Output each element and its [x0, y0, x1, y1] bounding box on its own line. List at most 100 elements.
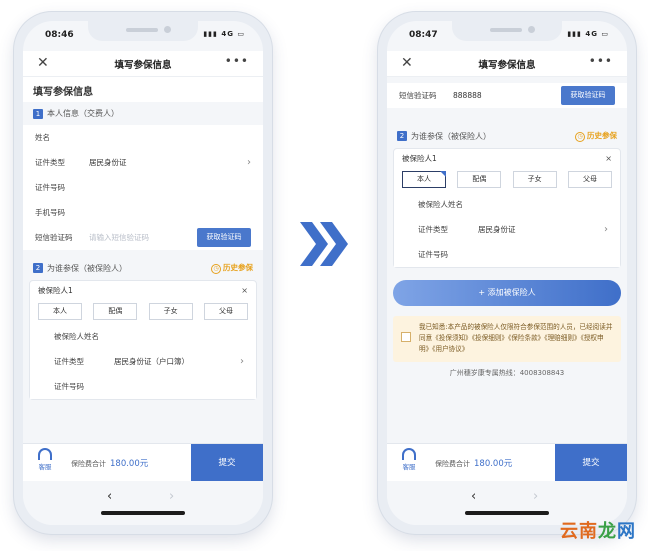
- relation-options: 本人 配偶 子女 父母: [30, 301, 256, 324]
- field-value: 居民身份证: [478, 225, 516, 234]
- add-insured-button[interactable]: + 添加被保险人: [393, 280, 621, 306]
- section-header-insured: 2 为谁参保（被保险人） ◷ 历史参保: [23, 256, 263, 280]
- get-code-button[interactable]: 获取验证码: [197, 228, 251, 247]
- history-label: 历史参保: [223, 263, 253, 272]
- watermark-part: 云南: [560, 521, 598, 542]
- signal-battery-icon: ▮▮▮ 4G ▭: [203, 30, 245, 38]
- more-icon[interactable]: •••: [589, 54, 613, 68]
- customer-service-button[interactable]: 客服: [33, 448, 57, 471]
- insured-title: 被保险人1: [402, 154, 437, 163]
- relation-spouse-button[interactable]: 配偶: [457, 171, 502, 188]
- get-code-button[interactable]: 获取验证码: [561, 86, 615, 105]
- status-time: 08:46: [45, 30, 74, 40]
- premium-total: 保险费合计 180.00元: [435, 457, 512, 469]
- back-chevron-icon[interactable]: ‹: [471, 489, 476, 504]
- signal-battery-icon: ▮▮▮ 4G ▭: [567, 30, 609, 38]
- insured-card: 被保险人1 × 本人 配偶 子女 父母 被保险人姓名 证件类型 居民身份证 ›: [393, 148, 621, 268]
- relation-parent-button[interactable]: 父母: [203, 303, 248, 320]
- insured-title: 被保险人1: [38, 286, 73, 295]
- field-label: 证件号码: [418, 250, 448, 259]
- history-button[interactable]: ◷ 历史参保: [211, 262, 253, 274]
- insured-id-type-select[interactable]: 证件类型 居民身份证（户口簿） ›: [30, 349, 256, 374]
- phone-notch: [88, 21, 198, 41]
- section-title: 为谁参保（被保险人）: [411, 131, 491, 141]
- relation-spouse-button[interactable]: 配偶: [93, 303, 138, 320]
- insured-id-type-select[interactable]: 证件类型 居民身份证 ›: [394, 217, 620, 242]
- history-button[interactable]: ◷ 历史参保: [575, 130, 617, 142]
- phone-field[interactable]: 手机号码: [23, 200, 263, 225]
- remove-insured-icon[interactable]: ×: [605, 149, 612, 169]
- history-icon: ◷: [575, 132, 585, 142]
- agreement-checkbox[interactable]: [401, 332, 411, 342]
- section-title: 为谁参保（被保险人）: [47, 263, 127, 273]
- field-label: 证件号码: [35, 183, 65, 192]
- headset-icon: [38, 448, 52, 460]
- insured-id-number-field[interactable]: 证件号码: [394, 242, 620, 267]
- field-label: 证件类型: [54, 357, 84, 366]
- section-number: 2: [33, 263, 43, 273]
- relation-self-button[interactable]: 本人: [38, 303, 82, 320]
- section-header-insured: 2 为谁参保（被保险人） ◷ 历史参保: [387, 124, 627, 148]
- relation-self-button[interactable]: 本人: [402, 171, 446, 188]
- submit-button[interactable]: 提交: [191, 444, 263, 482]
- field-value: 居民身份证（户口簿）: [114, 357, 189, 366]
- customer-service-button[interactable]: 客服: [397, 448, 421, 471]
- history-label: 历史参保: [587, 131, 617, 140]
- submit-button[interactable]: 提交: [555, 444, 627, 482]
- premium-total: 保险费合计 180.00元: [71, 457, 148, 469]
- name-field[interactable]: 姓名: [23, 125, 263, 150]
- id-number-field[interactable]: 证件号码: [23, 175, 263, 200]
- watermark-part: 网: [617, 521, 636, 542]
- chevron-right-icon: ›: [247, 157, 251, 168]
- nav-bar: ✕ 填写参保信息 •••: [387, 51, 627, 77]
- double-chevron-right-icon: [300, 222, 348, 266]
- phone-screen-left: 08:46 ▮▮▮ 4G ▭ ✕ 填写参保信息 ••• 填写参保信息 1 本人信…: [23, 21, 263, 525]
- sms-code-field[interactable]: 短信验证码 888888 获取验证码: [387, 83, 627, 108]
- insured-name-field[interactable]: 被保险人姓名: [394, 192, 620, 217]
- id-type-select[interactable]: 证件类型 居民身份证 ›: [23, 150, 263, 175]
- service-label: 客服: [402, 463, 416, 471]
- hotline-text: 广州穗岁康专属热线：4008308843: [449, 369, 565, 377]
- field-label: 被保险人姓名: [54, 332, 99, 341]
- field-label: 被保险人姓名: [418, 200, 463, 209]
- insured-card: 被保险人1 × 本人 配偶 子女 父母 被保险人姓名 证件类型 居民身份证（户口…: [29, 280, 257, 400]
- field-label: 短信验证码: [35, 233, 73, 242]
- remove-insured-icon[interactable]: ×: [241, 281, 248, 301]
- bottom-action-bar: 客服 保险费合计 180.00元 提交: [387, 443, 627, 482]
- nav-bar: ✕ 填写参保信息 •••: [23, 51, 263, 77]
- forward-chevron-icon[interactable]: ›: [533, 489, 538, 504]
- field-label: 手机号码: [35, 208, 65, 217]
- section-number: 2: [397, 131, 407, 141]
- phone-notch: [452, 21, 562, 41]
- relation-parent-button[interactable]: 父母: [567, 171, 612, 188]
- insured-name-field[interactable]: 被保险人姓名: [30, 324, 256, 349]
- field-label: 短信验证码: [399, 91, 437, 100]
- insured-id-number-field[interactable]: 证件号码: [30, 374, 256, 399]
- agreement-notice: 我已知悉:本产品的被保险人仅限符合参保范围的人员，已经阅读并同意《投保须知》《投…: [393, 316, 621, 362]
- form-content: 填写参保信息 1 本人信息（交费人） 姓名 证件类型 居民身份证 › 证件号码 …: [23, 77, 263, 443]
- field-label: 证件类型: [418, 225, 448, 234]
- relation-child-button[interactable]: 子女: [512, 171, 557, 188]
- form-content: 短信验证码 888888 获取验证码 2 为谁参保（被保险人） ◷ 历史参保 被保…: [387, 77, 627, 443]
- total-label: 保险费合计: [435, 460, 470, 468]
- agreement-text: 我已知悉:本产品的被保险人仅限符合参保范围的人员，已经阅读并同意《投保须知》《投…: [419, 323, 613, 353]
- forward-chevron-icon[interactable]: ›: [169, 489, 174, 504]
- service-label: 客服: [38, 463, 52, 471]
- phone-screen-right: 08:47 ▮▮▮ 4G ▭ ✕ 填写参保信息 ••• 短信验证码 888888…: [387, 21, 627, 525]
- chevron-right-icon: ›: [604, 224, 608, 235]
- section-number: 1: [33, 108, 43, 119]
- headset-icon: [402, 448, 416, 460]
- section-title: 本人信息（交费人）: [47, 109, 119, 118]
- phone-frame-left: 08:46 ▮▮▮ 4G ▭ ✕ 填写参保信息 ••• 填写参保信息 1 本人信…: [14, 12, 272, 534]
- browser-toolbar: ‹ ›: [23, 481, 263, 525]
- field-label: 证件类型: [35, 158, 65, 167]
- section-header-payer: 1 本人信息（交费人）: [23, 102, 263, 125]
- more-icon[interactable]: •••: [225, 54, 249, 68]
- back-chevron-icon[interactable]: ‹: [107, 489, 112, 504]
- watermark-part: 龙: [598, 521, 617, 542]
- relation-child-button[interactable]: 子女: [148, 303, 193, 320]
- chevron-right-icon: ›: [240, 356, 244, 367]
- home-indicator: [465, 511, 549, 515]
- field-value: 居民身份证: [89, 158, 127, 167]
- sms-code-field[interactable]: 短信验证码 请输入短信验证码 获取验证码: [23, 225, 263, 250]
